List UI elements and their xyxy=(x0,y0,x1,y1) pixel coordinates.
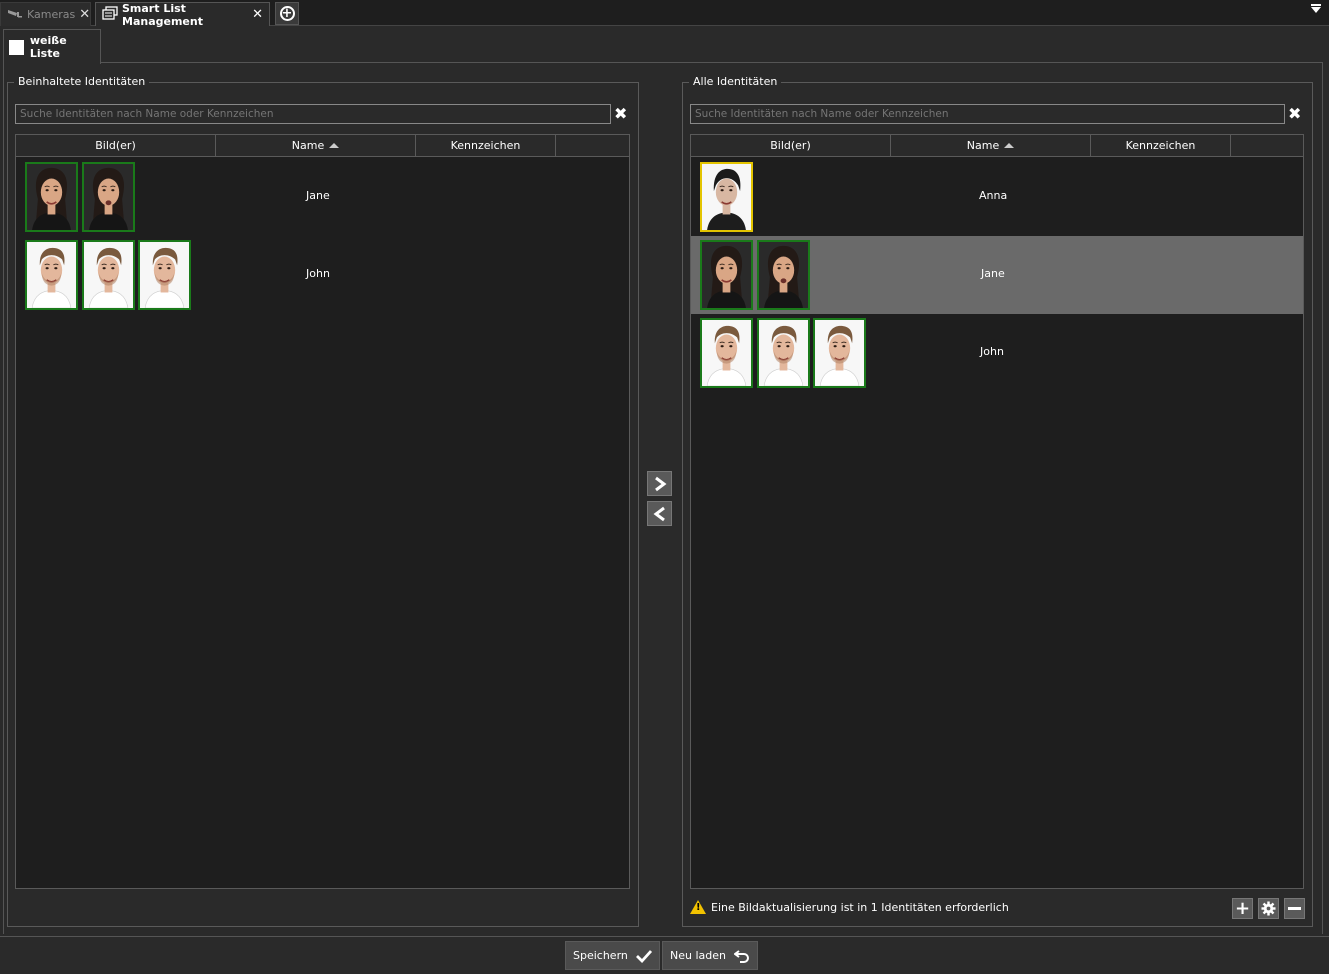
divider xyxy=(3,62,4,934)
sort-ascending-icon xyxy=(1004,143,1015,148)
tab-weisse-liste[interactable]: weiße Liste xyxy=(3,29,101,64)
identity-image-thumbnail[interactable] xyxy=(25,240,78,310)
reload-button[interactable]: Neu laden xyxy=(662,941,758,970)
identity-name: John xyxy=(980,345,1004,358)
subtab-label: weiße Liste xyxy=(29,34,67,60)
divider xyxy=(100,62,1323,63)
chevron-left-icon xyxy=(653,506,665,521)
included-identities-table: Bild(er) Name Kennzeichen Jane John xyxy=(15,134,630,889)
identity-image-thumbnail[interactable] xyxy=(700,240,753,310)
undo-arrow-icon xyxy=(733,949,749,963)
table-row[interactable]: John xyxy=(691,314,1303,392)
column-header-name[interactable]: Name xyxy=(216,135,416,156)
reload-label: Neu laden xyxy=(670,949,726,962)
table-header: Bild(er) Name Kennzeichen xyxy=(691,135,1303,157)
camera-icon xyxy=(7,8,23,21)
table-row-selected[interactable]: Jane xyxy=(691,236,1303,314)
column-header-images[interactable]: Bild(er) xyxy=(16,135,216,156)
identity-image-thumbnail[interactable] xyxy=(138,240,191,310)
identity-image-thumbnail[interactable] xyxy=(81,162,135,232)
table-header: Bild(er) Name Kennzeichen xyxy=(16,135,629,157)
identity-name: Jane xyxy=(306,189,330,202)
identity-image-thumbnail[interactable] xyxy=(813,318,866,388)
table-row[interactable]: Anna xyxy=(691,158,1303,236)
identity-name: John xyxy=(306,267,330,280)
checkmark-icon xyxy=(635,949,652,963)
table-row[interactable]: John xyxy=(16,236,629,314)
sort-ascending-icon xyxy=(329,143,340,148)
minus-icon xyxy=(1288,907,1301,910)
group-title: Beinhaltete Identitäten xyxy=(14,75,150,88)
search-input[interactable] xyxy=(690,104,1285,124)
column-header-images[interactable]: Bild(er) xyxy=(691,135,891,156)
search-input[interactable] xyxy=(15,104,611,124)
gear-icon xyxy=(1261,901,1276,916)
add-identity-button[interactable]: + xyxy=(1232,898,1253,919)
tab-label: Kameras xyxy=(27,8,76,21)
save-label: Speichern xyxy=(573,949,628,962)
notice-text: Eine Bildaktualisierung ist in 1 Identit… xyxy=(711,900,1009,914)
all-identities-table: Bild(er) Name Kennzeichen Anna Jane John xyxy=(690,134,1304,889)
tab-kameras[interactable]: Kameras ✕ xyxy=(0,2,91,26)
image-update-notice: Eine Bildaktualisierung ist in 1 Identit… xyxy=(690,900,1009,914)
tab-menu-dropdown-icon[interactable] xyxy=(1311,4,1321,13)
identity-image-thumbnail[interactable] xyxy=(756,318,810,388)
list-color-swatch xyxy=(9,39,24,55)
warning-icon xyxy=(690,900,706,914)
group-title: Alle Identitäten xyxy=(689,75,782,88)
edit-identity-button[interactable] xyxy=(1258,898,1279,919)
list-tab-bar: weiße Liste xyxy=(0,26,1329,64)
clear-search-icon[interactable]: ✖ xyxy=(614,104,627,123)
close-icon[interactable]: ✕ xyxy=(79,7,90,22)
tab-label: Smart List Management xyxy=(122,1,203,28)
remove-identity-button[interactable] xyxy=(1284,898,1305,919)
close-icon[interactable]: ✕ xyxy=(252,7,263,22)
tab-bar: Kameras ✕ Smart List Management ✕ + xyxy=(0,0,1329,28)
plus-icon: + xyxy=(1234,897,1251,919)
plus-circle-icon: + xyxy=(279,6,295,21)
tab-smart-list-management[interactable]: Smart List Management ✕ xyxy=(95,1,270,28)
clear-search-icon[interactable]: ✖ xyxy=(1288,104,1301,123)
identity-name: Anna xyxy=(979,189,1008,202)
column-header-kennzeichen[interactable]: Kennzeichen xyxy=(1091,135,1231,156)
identity-image-thumbnail[interactable] xyxy=(700,318,753,388)
move-right-button[interactable] xyxy=(647,471,672,496)
column-header-name[interactable]: Name xyxy=(891,135,1091,156)
column-header-kennzeichen[interactable]: Kennzeichen xyxy=(416,135,556,156)
move-left-button[interactable] xyxy=(647,501,672,526)
identity-image-thumbnail[interactable] xyxy=(756,240,810,310)
divider xyxy=(1322,62,1323,934)
save-button[interactable]: Speichern xyxy=(565,941,660,970)
list-management-icon xyxy=(102,6,118,23)
identity-image-thumbnail[interactable] xyxy=(700,162,753,232)
table-row[interactable]: Jane xyxy=(16,158,629,236)
identity-image-thumbnail[interactable] xyxy=(81,240,135,310)
identity-image-thumbnail[interactable] xyxy=(25,162,78,232)
chevron-right-icon xyxy=(654,476,666,491)
identity-name: Jane xyxy=(981,267,1005,280)
add-tab-button[interactable]: + xyxy=(275,2,299,25)
